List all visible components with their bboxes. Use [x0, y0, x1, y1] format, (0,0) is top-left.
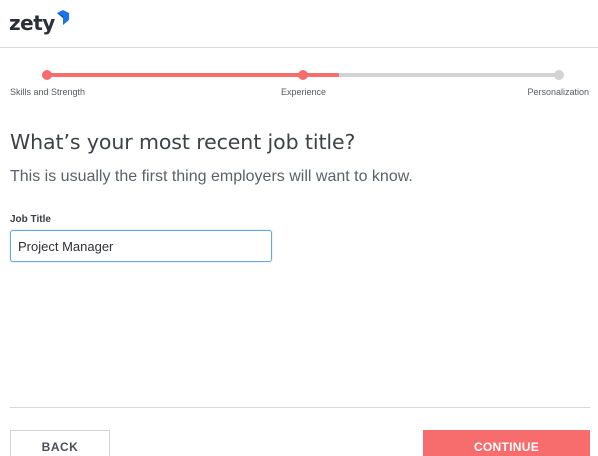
page-title: What’s your most recent job title? [10, 130, 356, 154]
progress-fill [47, 73, 339, 77]
job-title-label: Job Title [10, 214, 51, 225]
step-label-skills[interactable]: Skills and Strength [10, 87, 85, 97]
page-subtitle: This is usually the first thing employer… [10, 168, 413, 185]
step-dot-skills[interactable] [42, 70, 52, 80]
job-title-input[interactable] [10, 230, 272, 262]
logo-text: zety [9, 11, 55, 35]
back-button[interactable]: BACK [10, 430, 110, 456]
continue-button[interactable]: CONTINUE [423, 430, 590, 456]
progress-bar [42, 70, 564, 80]
page: zety Skills and Strength Experience Pers… [0, 0, 598, 456]
header: zety [0, 0, 598, 48]
step-label-experience[interactable]: Experience [281, 87, 326, 97]
zety-logo-mark-icon [56, 10, 69, 25]
step-label-personalization[interactable]: Personalization [527, 87, 589, 97]
step-dot-experience[interactable] [298, 70, 308, 80]
footer-divider [10, 407, 590, 408]
step-dot-personalization[interactable] [554, 70, 564, 80]
zety-logo[interactable]: zety [9, 10, 69, 35]
